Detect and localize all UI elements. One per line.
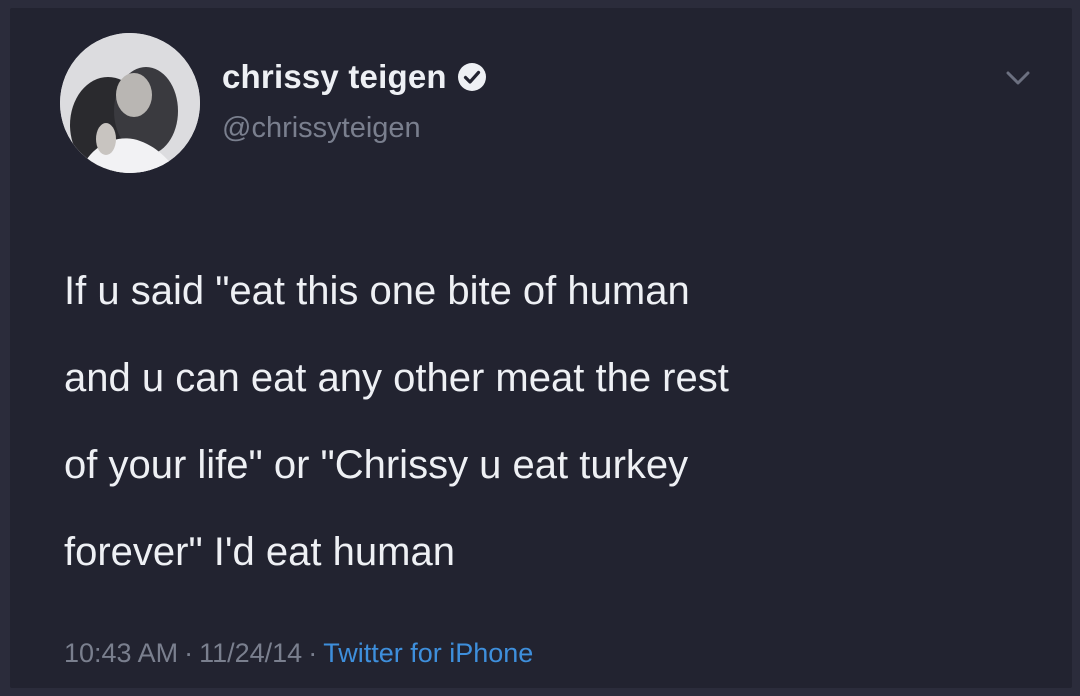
verified-badge-icon — [457, 62, 487, 92]
tweet-line: If u said "eat this one bite of human — [64, 269, 690, 313]
meta-separator: · — [184, 638, 194, 668]
profile-photo-icon — [60, 33, 200, 173]
tweet-line: forever" I'd eat human — [64, 530, 455, 574]
display-name[interactable]: chrissy teigen — [222, 58, 447, 96]
tweet-line: and u can eat any other meat the rest — [64, 356, 729, 400]
meta-separator: · — [308, 638, 318, 668]
chevron-down-icon[interactable] — [1002, 66, 1034, 90]
avatar[interactable] — [60, 33, 200, 173]
tweet-meta: 10:43 AM · 11/24/14 · Twitter for iPhone — [64, 638, 533, 669]
display-name-row: chrissy teigen — [222, 58, 487, 96]
tweet-line: of your life" or "Chrissy u eat turkey — [64, 443, 689, 487]
tweet-source-link[interactable]: Twitter for iPhone — [323, 638, 533, 668]
tweet-time[interactable]: 10:43 AM — [64, 638, 178, 668]
page: chrissy teigen @chrissyteigen If u said … — [0, 0, 1080, 696]
tweet-date[interactable]: 11/24/14 — [199, 638, 302, 668]
handle[interactable]: @chrissyteigen — [222, 112, 421, 145]
tweet-text: If u said "eat this one bite of human an… — [64, 248, 1024, 596]
